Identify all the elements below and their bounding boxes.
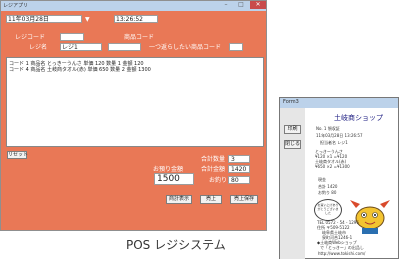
register-name-value: レジ1 — [62, 44, 78, 51]
list-item: コード 4 商品名 土岐商タオル(赤) 単価 650 数量 2 金額 1300 — [9, 67, 151, 73]
date-dropdown[interactable]: 11年03月28日 — [6, 15, 82, 23]
return-code-label: 一つ返らしたい商品コード — [149, 44, 222, 51]
minimize-button[interactable]: – — [219, 1, 233, 9]
date-value: 11年03月28日 — [8, 16, 49, 23]
print-button[interactable]: 印刷 — [284, 125, 301, 134]
main-window: レジアプリ – □ ✕ 11年03月28日 ▼ 13:26:52 レジコード 商… — [0, 0, 267, 231]
receipt-window-title: Form3 — [283, 99, 299, 105]
receipt-number: No. 1 領収証 — [316, 126, 340, 131]
receipt-item: ¥650 ×2 =¥1300 — [315, 164, 350, 169]
time-value: 13:26:52 — [116, 16, 143, 23]
footer-line: で「とっきー」の出品し — [320, 245, 364, 250]
register-code-label: レジコード — [15, 34, 46, 41]
total-qty-field: 3 — [228, 155, 250, 163]
receipt-datetime: 11年03月28日 13:26:57 — [316, 133, 363, 138]
register-name-field[interactable]: レジ1 — [60, 43, 102, 51]
total-qty-value: 3 — [231, 156, 235, 163]
return-code-input[interactable] — [229, 43, 243, 51]
receipt-window: Form3 印刷 閉じる 土岐商ショップ No. 1 領収証 11年03月28日… — [279, 97, 399, 259]
main-titlebar: レジアプリ – □ ✕ — [1, 1, 266, 11]
total-amount-field: 1420 — [228, 165, 250, 173]
register-code-input[interactable] — [60, 33, 84, 41]
cash-label: 現金 — [318, 177, 326, 182]
sales-button[interactable]: 売上 — [200, 195, 222, 204]
main-window-title: レジアプリ — [3, 3, 29, 9]
dropdown-arrow-icon[interactable]: ▼ — [85, 16, 90, 23]
shop-name: 土岐商ショップ — [334, 114, 383, 122]
mascot-illustration — [350, 200, 390, 234]
save-sales-button[interactable]: 売上保存 — [230, 195, 258, 204]
total-amount-label: 合計金額 — [201, 166, 226, 173]
staff-name: 担当者名 レジ1 — [320, 140, 348, 145]
receipt-titlebar: Form3 — [280, 98, 398, 108]
reset-button[interactable]: リセット — [7, 151, 28, 159]
received-value: 1500 — [157, 174, 180, 184]
close-receipt-button[interactable]: 閉じる — [284, 140, 301, 149]
time-field: 13:26:52 — [114, 15, 158, 23]
footer-url: http://www.tokishi.com/ — [318, 251, 366, 256]
close-button[interactable]: ✕ — [250, 1, 266, 9]
speech-bubble: お買い上げありがとうございました — [314, 199, 342, 221]
change-field: 80 — [228, 176, 250, 184]
receipt-change: お釣り 80 — [318, 190, 337, 195]
product-code-label: 商品コード — [124, 34, 155, 41]
received-label: お預り金額 — [153, 166, 184, 173]
register-name-label: レジ名 — [29, 44, 48, 51]
received-input[interactable]: 1500 — [154, 173, 194, 185]
item-list[interactable]: コード 1 商品名 とっきーうんさ 単価 120 数量 1 金額 120 コード… — [6, 57, 264, 147]
bubble-text: お買い上げありがとうございました — [317, 203, 339, 215]
change-label: お釣り — [209, 177, 228, 184]
total-amount-value: 1420 — [231, 166, 247, 173]
product-code-input[interactable] — [108, 43, 141, 51]
receipt-total: 合計 1420 — [318, 184, 338, 189]
maximize-button[interactable]: □ — [234, 1, 248, 9]
subtotal-display-button[interactable]: 商計表示 — [166, 195, 192, 204]
total-qty-label: 合計数量 — [201, 156, 226, 163]
change-value: 80 — [231, 177, 239, 184]
system-caption: POS レジシステム — [126, 238, 226, 252]
